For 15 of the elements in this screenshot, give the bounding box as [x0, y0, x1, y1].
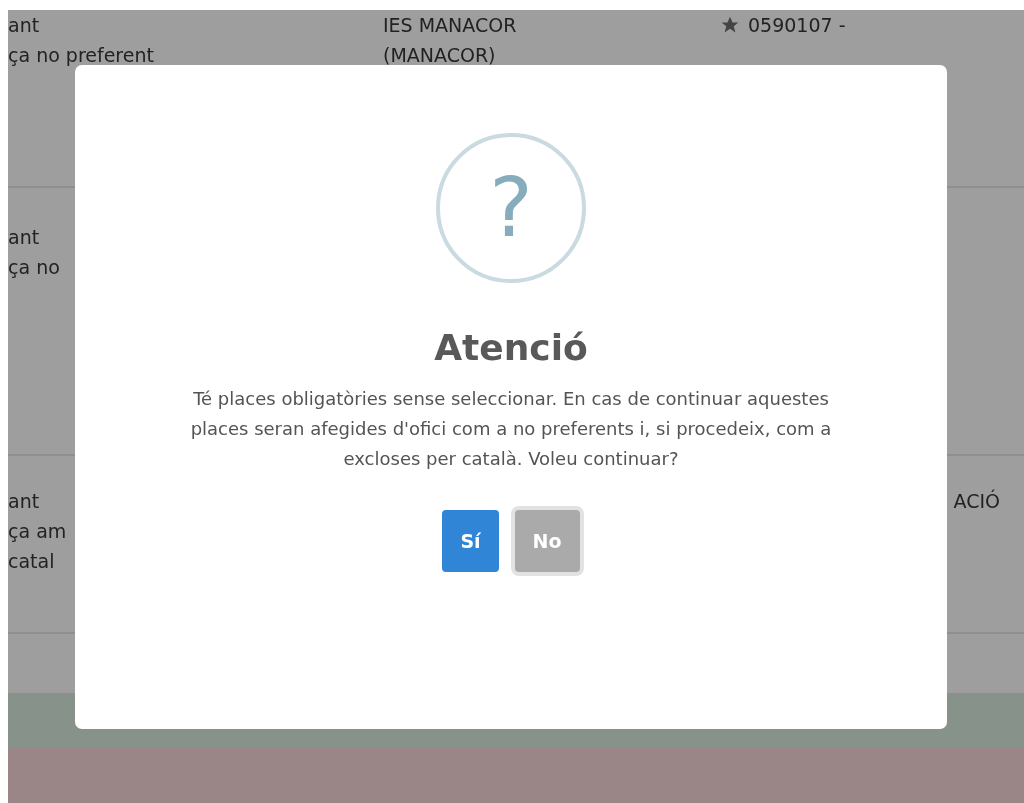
cell-text: ant: [8, 13, 40, 38]
dialog-title: Atenció: [434, 327, 588, 368]
confirm-button[interactable]: Sí: [442, 510, 499, 572]
cell-text: ça no preferent: [8, 43, 154, 68]
cell-text: 0590107 -: [748, 13, 846, 38]
cell-text: ça no: [8, 255, 60, 280]
cell-text: ant: [8, 225, 40, 250]
cell-text: ça am: [8, 519, 67, 544]
cell-text: ant: [8, 489, 40, 514]
question-icon: ?: [436, 133, 586, 283]
cell-text: catal: [8, 549, 55, 574]
dialog-message: Té places obligatòries sense seleccionar. En cas de continuar aquestes places seran afegides d'ofici com a no preferents i, si procedeix, com a excloses per català. Voleu continuar?: [189, 387, 833, 471]
cell-text: ACIÓ: [953, 488, 1000, 514]
cell-text: (MANACOR): [383, 43, 496, 68]
cell-text: IES MANACOR: [383, 13, 517, 38]
